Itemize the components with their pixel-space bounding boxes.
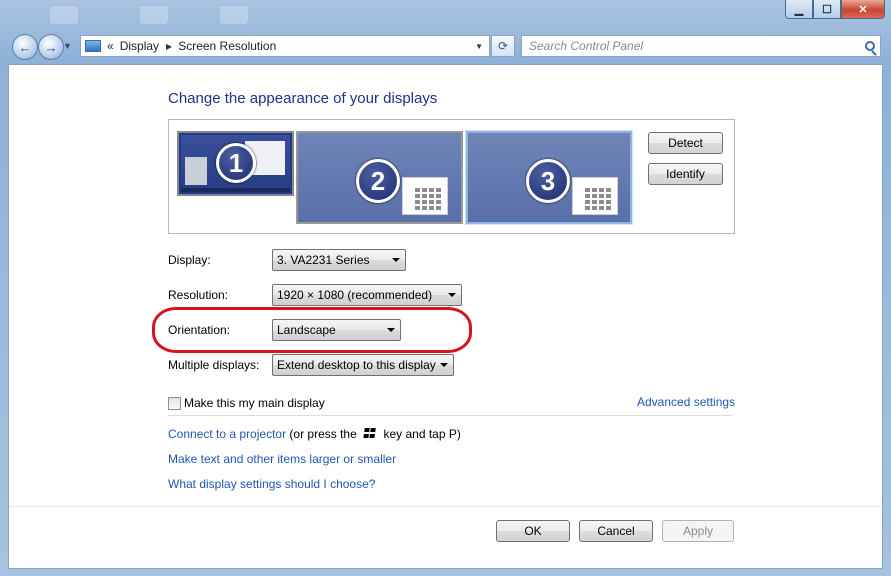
refresh-icon[interactable]: ⟳ <box>491 35 515 57</box>
windows-key-icon <box>363 428 377 439</box>
background-desktop-icons <box>40 2 300 28</box>
chevron-down-icon <box>440 363 448 367</box>
cancel-button[interactable]: Cancel <box>579 520 653 542</box>
title-bar: ▁ ☐ ✕ <box>0 0 891 30</box>
address-bar[interactable]: « Display ▶ Screen Resolution ▼ <box>80 35 490 57</box>
main-display-label[interactable]: Make this my main display <box>184 396 325 410</box>
display-label: Display: <box>168 253 211 267</box>
detect-button[interactable]: Detect <box>648 132 723 154</box>
page-title: Change the appearance of your displays <box>168 90 438 107</box>
chevron-down-icon <box>448 293 456 297</box>
minimize-icon[interactable]: ▁ <box>785 0 813 19</box>
chevron-down-icon <box>392 258 400 262</box>
main-display-option[interactable]: Make this my main display <box>168 396 325 410</box>
monitor-3-selected[interactable]: 3 <box>466 131 632 224</box>
resolution-select[interactable]: 1920 × 1080 (recommended) <box>272 284 462 306</box>
monitor-2[interactable]: 2 <box>296 131 463 224</box>
display-select-value: 3. VA2231 Series <box>277 253 370 267</box>
multiple-displays-select[interactable]: Extend desktop to this display <box>272 354 454 376</box>
resolution-select-value: 1920 × 1080 (recommended) <box>277 288 433 302</box>
main-display-checkbox[interactable] <box>168 396 181 410</box>
monitor-number-2: 2 <box>356 159 400 203</box>
apply-button[interactable]: Apply <box>662 520 734 542</box>
address-dropdown-icon[interactable]: ▼ <box>475 42 483 51</box>
text-size-link[interactable]: Make text and other items larger or smal… <box>168 452 396 466</box>
search-icon[interactable] <box>865 41 875 51</box>
breadcrumb-separator-icon[interactable]: ▶ <box>166 42 172 51</box>
display-select[interactable]: 3. VA2231 Series <box>272 249 406 271</box>
breadcrumb-display[interactable]: Display <box>120 39 159 53</box>
control-panel-display-icon <box>85 40 101 52</box>
maximize-icon[interactable]: ☐ <box>813 0 841 19</box>
ok-button[interactable]: OK <box>496 520 570 542</box>
monitor-2-grid-icon <box>402 177 448 215</box>
resolution-label: Resolution: <box>168 288 229 302</box>
multiple-displays-label: Multiple displays: <box>168 358 260 372</box>
orientation-highlight-annotation <box>152 307 472 353</box>
close-icon[interactable]: ✕ <box>841 0 885 19</box>
forward-arrow-icon[interactable]: → <box>38 34 64 60</box>
recent-pages-dropdown-icon[interactable]: ▼ <box>63 41 72 51</box>
window-controls: ▁ ☐ ✕ <box>785 0 885 20</box>
projector-line: Connect to a projector (or press the key… <box>168 427 461 441</box>
connect-projector-link[interactable]: Connect to a projector <box>168 427 286 441</box>
display-help-link[interactable]: What display settings should I choose? <box>168 477 375 491</box>
identify-button[interactable]: Identify <box>648 163 723 185</box>
projector-hint-post: key and tap P) <box>383 427 461 441</box>
divider <box>168 415 733 416</box>
monitor-1[interactable]: 1 <box>177 131 294 196</box>
footer-divider <box>9 506 882 507</box>
search-placeholder: Search Control Panel <box>529 39 644 53</box>
advanced-settings-link[interactable]: Advanced settings <box>637 395 735 409</box>
breadcrumb-screen-resolution[interactable]: Screen Resolution <box>178 39 276 53</box>
navigation-bar: ← → ▼ « Display ▶ Screen Resolution ▼ ⟳ … <box>0 30 891 62</box>
multiple-displays-select-value: Extend desktop to this display <box>277 358 436 372</box>
screen-resolution-window: ▁ ☐ ✕ ← → ▼ « Display ▶ Screen Resolutio… <box>0 0 891 576</box>
search-input[interactable]: Search Control Panel <box>521 35 881 57</box>
monitor-number-3: 3 <box>526 159 570 203</box>
projector-hint-pre: (or press the <box>289 427 357 441</box>
back-arrow-icon[interactable]: ← <box>12 34 38 60</box>
monitor-number-1: 1 <box>216 143 256 183</box>
content-pane: Change the appearance of your displays 1… <box>8 64 883 569</box>
breadcrumb-overflow[interactable]: « <box>107 39 114 53</box>
monitor-3-grid-icon <box>572 177 618 215</box>
